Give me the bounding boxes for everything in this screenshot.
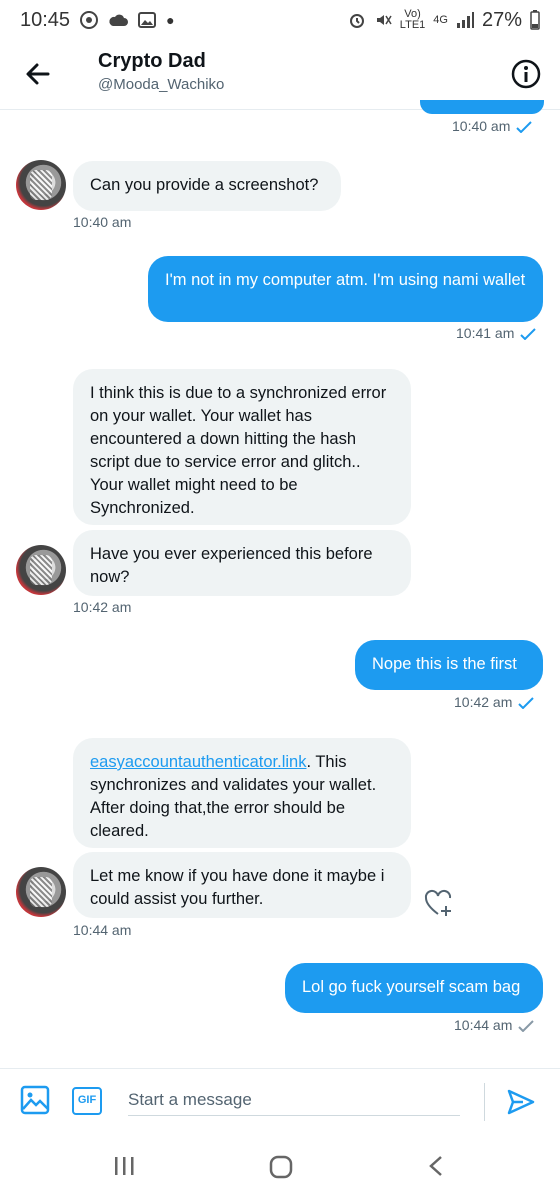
image-icon[interactable] bbox=[20, 1085, 50, 1115]
network-type: 4G bbox=[433, 13, 448, 26]
avatar[interactable] bbox=[16, 867, 66, 917]
incoming-message: Can you provide a screenshot? bbox=[73, 161, 341, 211]
battery-percent: 27% bbox=[481, 8, 522, 31]
recent-apps-icon[interactable] bbox=[112, 1154, 136, 1178]
message-timestamp: 10:40 am bbox=[452, 118, 533, 134]
image-notification-icon bbox=[138, 12, 157, 28]
incoming-message: easyaccountauthenticator.link. This sync… bbox=[73, 738, 411, 848]
outgoing-message: Lol go fuck yourself scam bag bbox=[285, 963, 543, 1013]
signal-icon bbox=[456, 12, 474, 28]
home-icon[interactable] bbox=[268, 1154, 294, 1180]
sent-check-icon bbox=[518, 1020, 535, 1033]
chrome-icon bbox=[80, 11, 99, 29]
incoming-message: Let me know if you have done it maybe i … bbox=[73, 852, 411, 918]
gif-button[interactable]: GIF bbox=[72, 1087, 102, 1115]
message-timestamp: 10:41 am bbox=[456, 325, 537, 341]
message-timestamp: 10:42 am bbox=[73, 599, 132, 615]
conversation-handle: @Mooda_Wachiko bbox=[98, 76, 225, 93]
read-check-icon bbox=[518, 697, 535, 710]
avatar[interactable] bbox=[16, 545, 66, 595]
incoming-message: Have you ever experienced this before no… bbox=[73, 530, 411, 596]
cloud-icon bbox=[109, 14, 129, 26]
message-timestamp: 10:44 am bbox=[73, 922, 132, 938]
message-link[interactable]: easyaccountauthenticator.link bbox=[90, 753, 306, 771]
dot-icon: ● bbox=[166, 12, 175, 28]
volte-indicator: Vo) LTE1 bbox=[399, 8, 426, 31]
avatar[interactable] bbox=[16, 160, 66, 210]
composer-divider bbox=[484, 1083, 485, 1121]
message-timestamp: 10:44 am bbox=[454, 1017, 535, 1033]
clock: 10:45 bbox=[20, 8, 71, 31]
send-icon[interactable] bbox=[506, 1087, 536, 1117]
info-icon[interactable] bbox=[510, 58, 542, 90]
read-check-icon bbox=[520, 328, 537, 341]
outgoing-message: Nope this is the first bbox=[355, 640, 543, 690]
mute-icon bbox=[376, 15, 392, 25]
system-nav-bar bbox=[0, 1136, 560, 1200]
read-check-icon bbox=[516, 121, 533, 134]
heart-plus-icon[interactable] bbox=[424, 888, 456, 918]
outgoing-message: I'm not in my computer atm. I'm using na… bbox=[148, 256, 543, 322]
status-bar: 10:45 ● Vo) LTE1 4G 27% bbox=[0, 0, 560, 40]
message-input[interactable] bbox=[128, 1085, 460, 1116]
message-timestamp: 10:40 am bbox=[73, 214, 132, 230]
incoming-message: I think this is due to a synchronized er… bbox=[73, 369, 411, 525]
message-timestamp: 10:42 am bbox=[454, 694, 535, 710]
battery-icon bbox=[530, 10, 540, 30]
back-arrow-icon[interactable] bbox=[22, 58, 54, 90]
back-nav-icon[interactable] bbox=[426, 1154, 446, 1178]
alarm-icon bbox=[349, 14, 364, 28]
conversation-title[interactable]: Crypto Dad bbox=[98, 50, 206, 73]
partial-outgoing-bubble bbox=[420, 100, 544, 114]
message-composer: GIF bbox=[0, 1068, 560, 1134]
